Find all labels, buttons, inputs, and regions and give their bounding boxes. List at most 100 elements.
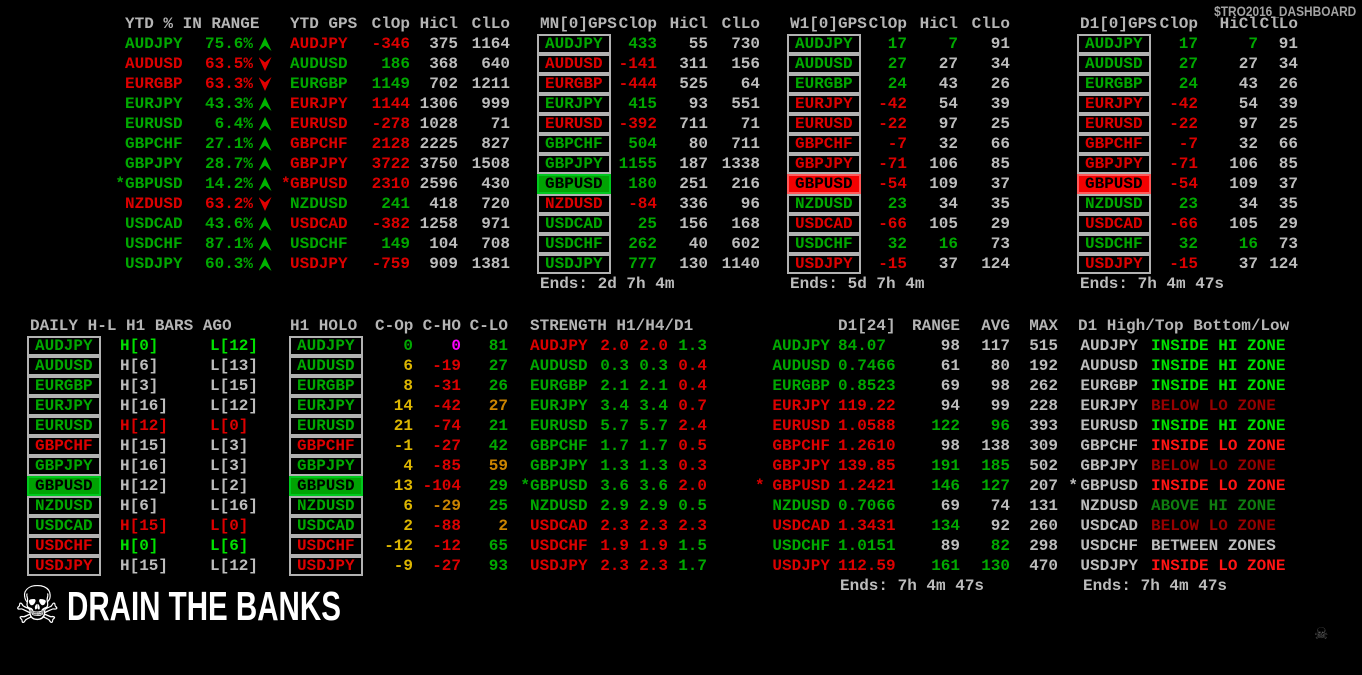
table-rows: AUDJPY 2.0 2.0 1.3 AUDUSD 0.3 0.3 0.4 EU…: [520, 336, 707, 576]
pair-button[interactable]: USDJPY: [289, 556, 363, 576]
pair-button[interactable]: NZDUSD: [289, 496, 363, 516]
pair-button[interactable]: GBPJPY: [289, 456, 363, 476]
pair-button[interactable]: EURJPY: [27, 396, 101, 416]
pair-button[interactable]: GBPUSD: [537, 174, 611, 194]
clop-value: 504: [628, 135, 657, 153]
table-row: * GBPUSD 1.2421 146 127 207: [755, 476, 1058, 496]
clop-value: -444: [618, 75, 657, 93]
pair-button[interactable]: AUDUSD: [537, 54, 611, 74]
pair-button[interactable]: AUDJPY: [787, 34, 861, 54]
pair-button[interactable]: GBPJPY: [787, 154, 861, 174]
pair-button[interactable]: EURGBP: [1077, 74, 1151, 94]
pair-button[interactable]: EURJPY: [1077, 94, 1151, 114]
pair-button[interactable]: EURGBP: [27, 376, 101, 396]
pair-button[interactable]: NZDUSD: [27, 496, 101, 516]
table-row: GBPJPY 28.7%: [115, 154, 277, 174]
pair-button[interactable]: AUDJPY: [27, 336, 101, 356]
pair-button[interactable]: EURJPY: [289, 396, 363, 416]
pair-button[interactable]: EURJPY: [537, 94, 611, 114]
pair-button[interactable]: GBPJPY: [27, 456, 101, 476]
pair-button[interactable]: AUDUSD: [289, 356, 363, 376]
pair-button[interactable]: AUDUSD: [787, 54, 861, 74]
pct-value: 27.1%: [204, 135, 253, 153]
pair-button[interactable]: AUDUSD: [27, 356, 101, 376]
pair-button[interactable]: USDCHF: [537, 234, 611, 254]
pair-button[interactable]: AUDJPY: [537, 34, 611, 54]
c-ho-value: -27: [432, 557, 461, 575]
direction-arrow-icon: [258, 197, 272, 211]
countdown-timer: Ends: 2d 7h 4m: [540, 275, 675, 293]
pair-button[interactable]: GBPUSD: [787, 174, 861, 194]
pair-button[interactable]: USDCAD: [787, 214, 861, 234]
pair-cell: USDCHF: [785, 234, 865, 254]
pair-button[interactable]: NZDUSD: [1077, 194, 1151, 214]
pair-label: USDCHF: [1080, 537, 1138, 555]
h4-strength: 2.3: [639, 557, 668, 575]
pair-button[interactable]: GBPCHF: [27, 436, 101, 456]
hicl-value: 1028: [419, 115, 458, 133]
pair-button[interactable]: EURGBP: [289, 376, 363, 396]
c-op-value: -12: [384, 537, 413, 555]
pair-button[interactable]: USDJPY: [787, 254, 861, 274]
cllo-value: 827: [481, 135, 510, 153]
high-bars-ago: H[6]: [120, 497, 159, 515]
pair-button[interactable]: USDCAD: [537, 214, 611, 234]
pair-button[interactable]: EURUSD: [27, 416, 101, 436]
pair-button[interactable]: GBPCHF: [1077, 134, 1151, 154]
high-bars-ago: H[15]: [120, 517, 169, 535]
pair-button[interactable]: GBPCHF: [787, 134, 861, 154]
pair-button[interactable]: AUDJPY: [289, 336, 363, 356]
table-row: EURJPY 14 -42 27: [285, 396, 508, 416]
table-row: * GBPUSD 14.2%: [115, 174, 277, 194]
header-label: YTD % IN RANGE: [125, 15, 260, 33]
cllo-value: 37: [1278, 175, 1298, 193]
pair-button[interactable]: GBPUSD: [1077, 174, 1151, 194]
pair-button[interactable]: GBPJPY: [537, 154, 611, 174]
pair-button[interactable]: USDCHF: [787, 234, 861, 254]
pair-button[interactable]: GBPCHF: [289, 436, 363, 456]
pair-cell: GBPCHF: [785, 134, 865, 154]
header-cllo: ClLo: [721, 15, 760, 33]
table-rows: AUDJPY 84.07 98 117 515 AUDUSD 0.7466 61…: [755, 336, 1058, 576]
pair-button[interactable]: GBPJPY: [1077, 154, 1151, 174]
price-value: 84.07: [838, 337, 887, 355]
d1-strength: 1.5: [678, 537, 707, 555]
pair-button[interactable]: GBPCHF: [537, 134, 611, 154]
pair-button[interactable]: EURUSD: [787, 114, 861, 134]
pair-button[interactable]: USDCAD: [1077, 214, 1151, 234]
pair-button[interactable]: USDCHF: [27, 536, 101, 556]
pair-button[interactable]: USDCHF: [289, 536, 363, 556]
pair-button[interactable]: USDJPY: [537, 254, 611, 274]
pair-button[interactable]: EURGBP: [787, 74, 861, 94]
high-bars-ago: H[15]: [120, 557, 169, 575]
pair-button[interactable]: EURJPY: [787, 94, 861, 114]
cllo-value: 708: [481, 235, 510, 253]
pair-button[interactable]: GBPUSD: [27, 476, 101, 496]
pair-button[interactable]: USDJPY: [27, 556, 101, 576]
pair-button[interactable]: USDCAD: [289, 516, 363, 536]
pair-button[interactable]: NZDUSD: [787, 194, 861, 214]
pair-button[interactable]: USDCAD: [27, 516, 101, 536]
pair-cell: USDCHF: [20, 536, 120, 556]
pair-button[interactable]: EURUSD: [1077, 114, 1151, 134]
pair-button[interactable]: EURUSD: [537, 114, 611, 134]
clop-value: -15: [1169, 255, 1198, 273]
pair-button[interactable]: AUDUSD: [1077, 54, 1151, 74]
small-skull-icon[interactable]: ☠: [1314, 624, 1328, 643]
c-ho-value: -12: [432, 537, 461, 555]
clop-value: -66: [1169, 215, 1198, 233]
hicl-value: 418: [429, 195, 458, 213]
cllo-value: 64: [740, 75, 760, 93]
pair-button[interactable]: EURUSD: [289, 416, 363, 436]
table-row: GBPJPY 3722 3750 1508: [281, 154, 510, 174]
pair-button[interactable]: USDJPY: [1077, 254, 1151, 274]
pair-button[interactable]: AUDJPY: [1077, 34, 1151, 54]
pair-button[interactable]: GBPUSD: [289, 476, 363, 496]
pair-cell: GBPJPY: [20, 456, 120, 476]
pair-button[interactable]: USDCHF: [1077, 234, 1151, 254]
hicl-value: 2225: [419, 135, 458, 153]
table-row: AUDUSD 0.7466 61 80 192: [755, 356, 1058, 376]
pair-cell: EURJPY: [285, 396, 375, 416]
pair-button[interactable]: NZDUSD: [537, 194, 611, 214]
pair-button[interactable]: EURGBP: [537, 74, 611, 94]
